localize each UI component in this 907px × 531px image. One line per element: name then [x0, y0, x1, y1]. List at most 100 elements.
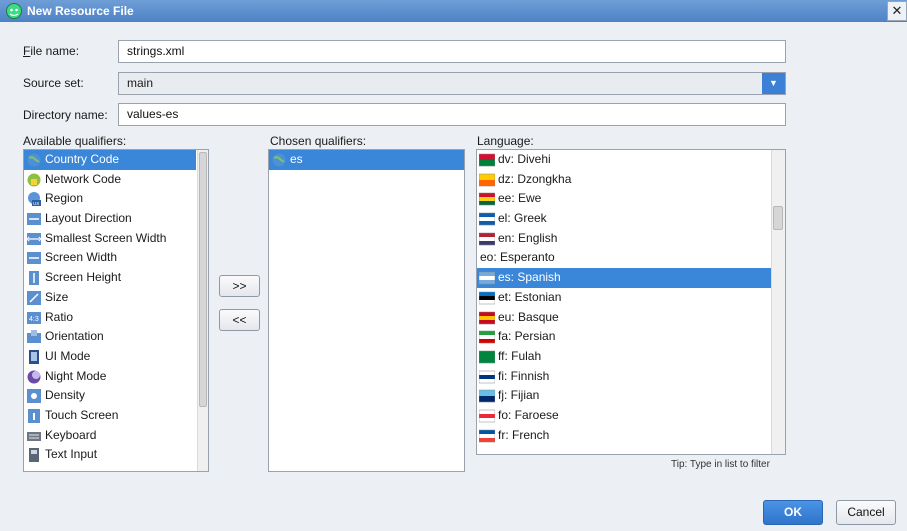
chevron-down-icon[interactable]: ▼ [762, 73, 785, 94]
language-item[interactable]: el: Greek [477, 209, 771, 229]
qualifier-label: Smallest Screen Width [45, 230, 167, 245]
available-qualifier-item[interactable]: Layout Direction [24, 209, 196, 229]
screen-width-icon [27, 252, 41, 265]
available-qualifier-item[interactable]: Text Input [24, 445, 196, 465]
language-list[interactable]: dv: Divehi dz: Dzongkha ee: Ewe el: Greek en… [476, 149, 786, 455]
available-qualifier-item[interactable]: Orientation [24, 327, 196, 347]
qualifier-label: Density [45, 388, 86, 403]
screen-height-icon [29, 271, 39, 286]
qualifier-label: Touch Screen [45, 407, 119, 422]
file-name-label: File name: [23, 44, 80, 58]
available-qualifier-item[interactable]: Country Code [24, 150, 196, 170]
close-button[interactable]: ✕ [887, 1, 907, 21]
flag-icon [479, 173, 495, 186]
available-qualifier-item[interactable]: Keyboard [24, 426, 196, 446]
language-item[interactable]: ff: Fulah [477, 347, 771, 367]
available-qualifiers-label: Available qualifiers: [23, 134, 127, 148]
qualifier-label: UI Mode [45, 348, 91, 363]
flag-icon [479, 330, 495, 344]
available-qualifier-item[interactable]: Smallest Screen Width [24, 229, 196, 249]
language-item[interactable]: et: Estonian [477, 288, 771, 308]
title-bar: New Resource File ✕ [0, 0, 907, 22]
qualifier-label: es [290, 152, 303, 166]
qualifier-label: Region [45, 191, 84, 206]
language-item[interactable]: eo: Esperanto [477, 248, 771, 268]
language-label-text: fa: Persian [498, 329, 556, 344]
available-qualifier-item[interactable]: Screen Height [24, 268, 196, 288]
network-icon [27, 173, 41, 187]
remove-qualifier-button[interactable]: << [219, 309, 260, 331]
globe-icon [272, 153, 286, 167]
globe-icon [27, 153, 41, 167]
flag-icon [479, 311, 495, 324]
available-qualifier-item[interactable]: UI Mode [24, 347, 196, 367]
available-scrollbar[interactable] [197, 150, 208, 471]
layout-direction-icon [27, 213, 41, 226]
available-qualifier-item[interactable]: Size [24, 288, 196, 308]
language-item[interactable]: fi: Finnish [477, 367, 771, 387]
ratio-icon: 4:3 [27, 311, 41, 324]
language-label-text: dv: Divehi [498, 152, 551, 166]
available-scroll-thumb[interactable] [199, 152, 207, 407]
smallest-width-icon [26, 232, 42, 245]
language-items: dv: Divehi dz: Dzongkha ee: Ewe el: Greek en… [477, 150, 771, 445]
dialog-title: New Resource File [27, 4, 134, 18]
qualifier-label: Keyboard [45, 427, 97, 442]
language-item[interactable]: es: Spanish [477, 268, 771, 288]
chosen-items: es [269, 150, 464, 170]
flag-icon [479, 271, 495, 285]
chosen-qualifier-item[interactable]: es [269, 150, 464, 170]
touch-screen-icon [28, 408, 40, 423]
flag-icon [479, 350, 495, 364]
language-item[interactable]: dz: Dzongkha [477, 170, 771, 190]
qualifier-label: Orientation [45, 329, 104, 344]
language-item[interactable]: fa: Persian [477, 327, 771, 347]
file-name-label-text: ile name: [30, 44, 80, 58]
qualifier-label: Size [45, 289, 69, 304]
language-label-text: fi: Finnish [498, 368, 550, 383]
density-icon [27, 389, 41, 404]
flag-icon [479, 409, 495, 423]
language-item[interactable]: fo: Faroese [477, 406, 771, 426]
android-studio-icon [6, 3, 22, 19]
source-set-select[interactable]: main ▼ [118, 72, 786, 95]
available-qualifier-item[interactable]: Night Mode [24, 367, 196, 387]
night-mode-icon [27, 370, 41, 384]
filter-tip: Tip: Type in list to filter [671, 459, 770, 470]
flag-icon [479, 193, 495, 206]
flag-icon [479, 232, 495, 245]
language-label-text: eu: Basque [498, 309, 559, 324]
language-label-text: et: Estonian [498, 289, 562, 304]
language-label-text: fj: Fijian [498, 388, 540, 403]
file-name-input[interactable]: strings.xml [118, 40, 786, 63]
available-qualifier-item[interactable]: Touch Screen [24, 406, 196, 426]
ui-mode-icon [29, 349, 39, 364]
add-qualifier-button[interactable]: >> [219, 275, 260, 297]
ok-button[interactable]: OK [763, 500, 823, 525]
language-label-text: es: Spanish [498, 270, 561, 285]
language-label-text: fo: Faroese [498, 407, 559, 422]
language-item[interactable]: eu: Basque [477, 308, 771, 328]
language-scroll-thumb[interactable] [773, 206, 783, 230]
language-item[interactable]: dv: Divehi [477, 150, 771, 170]
flag-icon [479, 429, 495, 442]
available-qualifiers-list[interactable]: Country Code Network Code US Region Layout D… [23, 149, 209, 472]
language-scrollbar[interactable] [771, 150, 785, 454]
qualifier-label: Night Mode [45, 368, 107, 383]
chosen-qualifiers-list[interactable]: es [268, 149, 465, 472]
available-qualifier-item[interactable]: US Region [24, 189, 196, 209]
directory-name-input[interactable]: values-es [118, 103, 786, 126]
available-qualifier-item[interactable]: Network Code [24, 170, 196, 190]
available-qualifier-item[interactable]: Screen Width [24, 248, 196, 268]
language-item[interactable]: ee: Ewe [477, 189, 771, 209]
language-item[interactable]: en: English [477, 229, 771, 249]
dialog-window: New Resource File ✕ File name: strings.x… [0, 0, 907, 531]
flag-icon [479, 153, 495, 167]
available-qualifier-item[interactable]: Density [24, 386, 196, 406]
language-item[interactable]: fr: French [477, 426, 771, 446]
language-item[interactable]: fj: Fijian [477, 386, 771, 406]
available-qualifier-item[interactable]: 4:3 Ratio [24, 308, 196, 328]
directory-name-label: Directory name: [23, 108, 108, 122]
flag-icon [479, 291, 495, 305]
cancel-button[interactable]: Cancel [836, 500, 896, 525]
